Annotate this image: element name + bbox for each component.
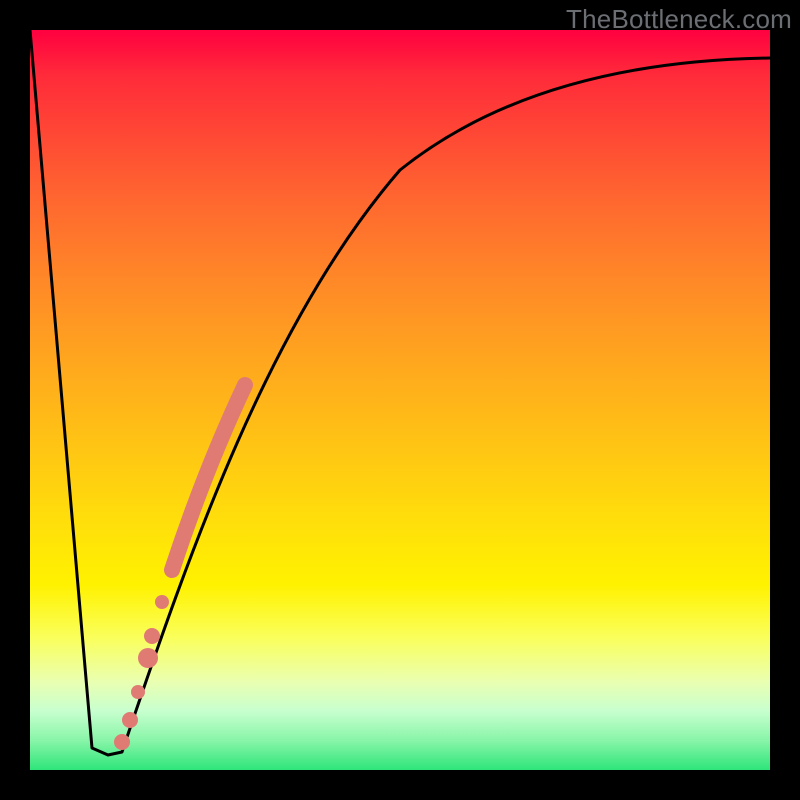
curve-layer xyxy=(30,30,770,770)
highlight-dot xyxy=(155,595,169,609)
highlight-dot xyxy=(138,648,158,668)
bottleneck-curve xyxy=(30,30,770,755)
highlight-dot xyxy=(122,712,138,728)
watermark-label: TheBottleneck.com xyxy=(566,4,792,35)
chart-stage: TheBottleneck.com xyxy=(0,0,800,800)
highlight-dot xyxy=(114,734,130,750)
highlight-band-main xyxy=(172,385,245,570)
highlight-dot xyxy=(144,628,160,644)
plot-area xyxy=(30,30,770,770)
highlight-dot xyxy=(131,685,145,699)
